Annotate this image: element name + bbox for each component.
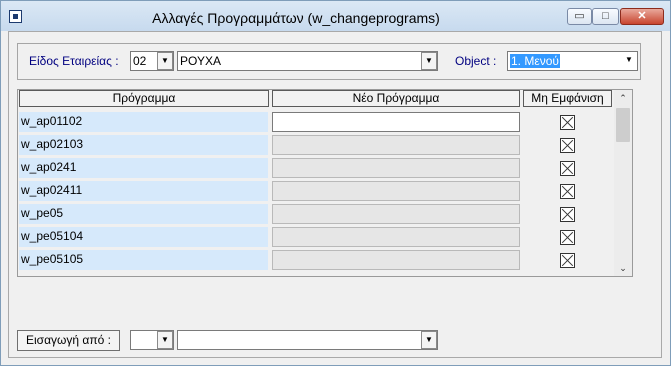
title-bar[interactable]: Αλλαγές Προγραμμάτων (w_changeprograms) …	[1, 1, 670, 31]
hide-checkbox[interactable]	[560, 207, 575, 222]
company-type-name-value: ΡΟΥΧΑ	[180, 54, 221, 68]
company-type-label: Είδος Εταιρείας :	[29, 54, 119, 68]
scroll-up-icon[interactable]: ⌃	[614, 90, 632, 106]
scroll-thumb[interactable]	[616, 108, 630, 142]
new-program-input[interactable]	[272, 158, 520, 178]
company-type-name-select[interactable]: ΡΟΥΧΑ	[177, 51, 438, 71]
scroll-down-icon[interactable]: ⌄	[614, 260, 632, 276]
import-name-select[interactable]	[177, 330, 438, 350]
program-cell[interactable]: w_pe05104	[19, 227, 268, 247]
chevron-down-icon[interactable]: ▼	[157, 52, 173, 70]
window-title: Αλλαγές Προγραμμάτων (w_changeprograms)	[152, 10, 440, 26]
change-programs-window: Αλλαγές Προγραμμάτων (w_changeprograms) …	[0, 0, 671, 366]
program-cell[interactable]: w_pe05	[19, 204, 268, 224]
program-cell[interactable]: w_ap02103	[19, 135, 268, 155]
chevron-down-icon[interactable]: ▼	[421, 331, 437, 349]
new-program-input[interactable]	[272, 181, 520, 201]
new-program-input[interactable]	[272, 135, 520, 155]
chevron-down-icon[interactable]: ▼	[421, 52, 437, 70]
hide-checkbox[interactable]	[560, 253, 575, 268]
object-value: 1. Μενού	[510, 54, 560, 68]
hide-checkbox[interactable]	[560, 138, 575, 153]
minimize-button[interactable]: ▭	[567, 8, 592, 25]
import-from-button[interactable]: Εισαγωγή από :	[17, 330, 120, 351]
new-program-input[interactable]	[272, 250, 520, 270]
new-program-input[interactable]	[272, 227, 520, 247]
program-cell[interactable]: w_pe05105	[19, 250, 268, 270]
grid-scrollbar[interactable]: ⌃ ⌄	[614, 90, 632, 276]
maximize-button[interactable]: □	[592, 8, 619, 25]
chevron-down-icon[interactable]: ▼	[621, 52, 637, 70]
column-header-new-program[interactable]: Νέο Πρόγραμμα	[272, 90, 520, 107]
new-program-input[interactable]	[272, 112, 520, 132]
new-program-input[interactable]	[272, 204, 520, 224]
object-label: Object :	[455, 54, 497, 68]
object-select[interactable]: 1. Μενού	[507, 51, 638, 71]
chevron-down-icon[interactable]: ▼	[157, 331, 173, 349]
program-cell[interactable]: w_ap0241	[19, 158, 268, 178]
column-header-program[interactable]: Πρόγραμμα	[19, 90, 269, 107]
program-cell[interactable]: w_ap01102	[19, 112, 268, 132]
company-type-code-value: 02	[133, 54, 147, 68]
hide-checkbox[interactable]	[560, 115, 575, 130]
column-header-hide[interactable]: Μη Εμφάνιση	[523, 90, 612, 107]
hide-checkbox[interactable]	[560, 161, 575, 176]
close-button[interactable]: ✕	[620, 8, 664, 25]
hide-checkbox[interactable]	[560, 184, 575, 199]
program-cell[interactable]: w_ap02411	[19, 181, 268, 201]
hide-checkbox[interactable]	[560, 230, 575, 245]
